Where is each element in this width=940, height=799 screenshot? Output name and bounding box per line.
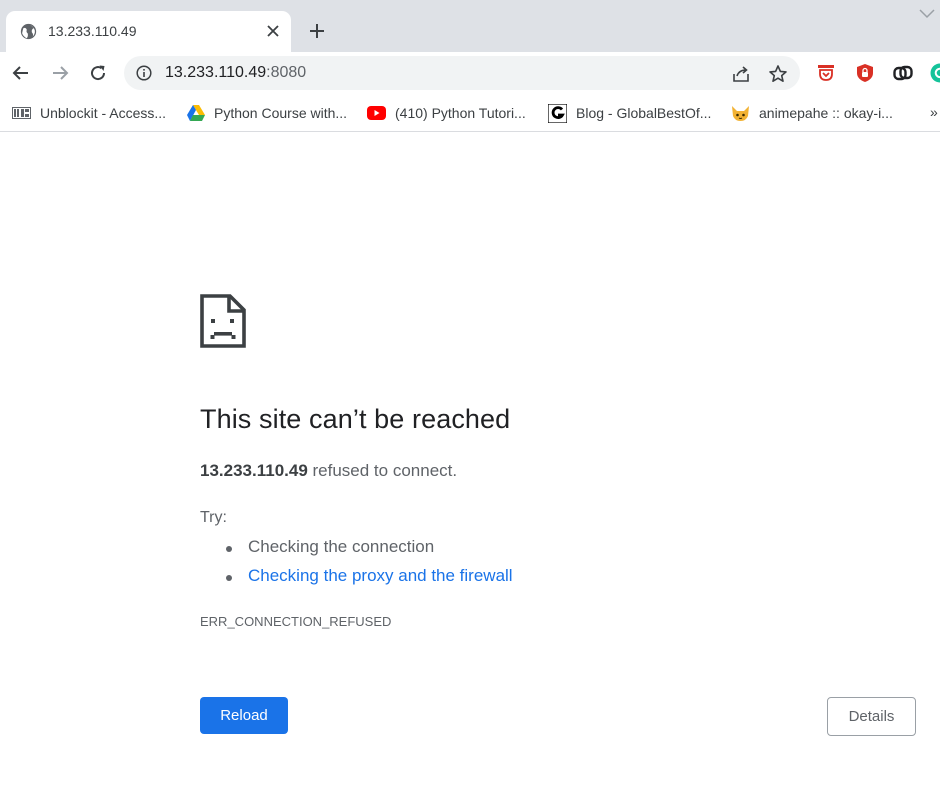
tab-title: 13.233.110.49 — [48, 23, 137, 39]
bookmark-globalbestof[interactable]: Blog - GlobalBestOf... — [548, 102, 711, 124]
tab-active[interactable]: 13.233.110.49 — [6, 11, 291, 52]
share-button[interactable] — [730, 63, 752, 85]
error-detail: 13.233.110.49 refused to connect. — [200, 461, 457, 481]
bookmarks-overflow-button[interactable]: » — [930, 104, 938, 120]
link-icon — [893, 65, 913, 81]
try-label: Try: — [200, 509, 227, 526]
pocket-icon — [818, 65, 834, 81]
star-icon — [769, 65, 787, 82]
reload-toolbar-button[interactable] — [86, 61, 110, 85]
forward-button[interactable] — [48, 61, 72, 85]
details-button[interactable]: Details — [827, 697, 916, 736]
chevron-down-icon[interactable] — [918, 6, 936, 20]
tab-close-button[interactable] — [263, 21, 283, 41]
error-headline: This site can’t be reached — [200, 404, 511, 434]
bookmark-label: Python Course with... — [214, 105, 348, 121]
arrow-left-icon — [12, 66, 28, 80]
toolbar: 13.233.110.49:8080 — [0, 52, 940, 94]
bookmarks-bar: Unblockit - Access... Python Course with… — [0, 94, 940, 132]
url-host: 13.233.110.49 — [165, 64, 267, 81]
error-code: ERR_CONNECTION_REFUSED — [200, 614, 392, 629]
bookmark-label: animepahe :: okay-i... — [759, 105, 893, 121]
info-icon[interactable] — [136, 65, 152, 81]
globe-icon — [20, 23, 37, 40]
bookmark-star-button[interactable] — [767, 63, 789, 85]
plus-icon — [310, 24, 324, 38]
tab-strip: 13.233.110.49 — [0, 0, 940, 52]
google-drive-icon — [186, 104, 205, 123]
bookmark-unblockit[interactable]: Unblockit - Access... — [12, 102, 166, 124]
reload-button[interactable]: Reload — [200, 697, 288, 734]
grammarly-icon — [930, 63, 940, 83]
bookmark-label: (410) Python Tutori... — [395, 105, 526, 121]
new-tab-button[interactable] — [305, 19, 329, 43]
unblockit-icon — [12, 104, 31, 123]
error-host: 13.233.110.49 — [200, 461, 308, 480]
refresh-icon — [91, 65, 106, 81]
bookmark-animepahe[interactable]: animepahe :: okay-i... — [731, 102, 893, 124]
url-text[interactable]: 13.233.110.49:8080 — [165, 64, 306, 82]
bookmark-label: Blog - GlobalBestOf... — [576, 105, 712, 121]
extension-pocket-button[interactable] — [815, 62, 837, 84]
share-icon — [733, 66, 749, 82]
sad-page-icon — [200, 294, 246, 348]
shield-icon — [857, 64, 873, 82]
close-icon — [267, 25, 279, 37]
animepahe-icon — [731, 104, 750, 123]
arrow-right-icon — [53, 66, 69, 80]
extension-shield-button[interactable] — [854, 62, 876, 84]
g-blog-icon — [548, 103, 567, 123]
extension-link-button[interactable] — [892, 62, 914, 84]
suggestion-text: Checking the connection — [248, 537, 435, 556]
error-message: refused to connect. — [307, 461, 458, 480]
url-port: :8080 — [266, 64, 307, 81]
address-bar[interactable]: 13.233.110.49:8080 — [124, 56, 800, 90]
bookmark-label: Unblockit - Access... — [40, 105, 167, 121]
extension-grammarly-button[interactable] — [929, 62, 940, 84]
bookmark-python-tutorial[interactable]: (410) Python Tutori... — [367, 102, 526, 124]
suggestion-link[interactable]: Checking the proxy and the firewall — [248, 566, 513, 586]
youtube-icon — [367, 104, 386, 123]
bookmark-python-course[interactable]: Python Course with... — [186, 102, 347, 124]
back-button[interactable] — [9, 61, 33, 85]
